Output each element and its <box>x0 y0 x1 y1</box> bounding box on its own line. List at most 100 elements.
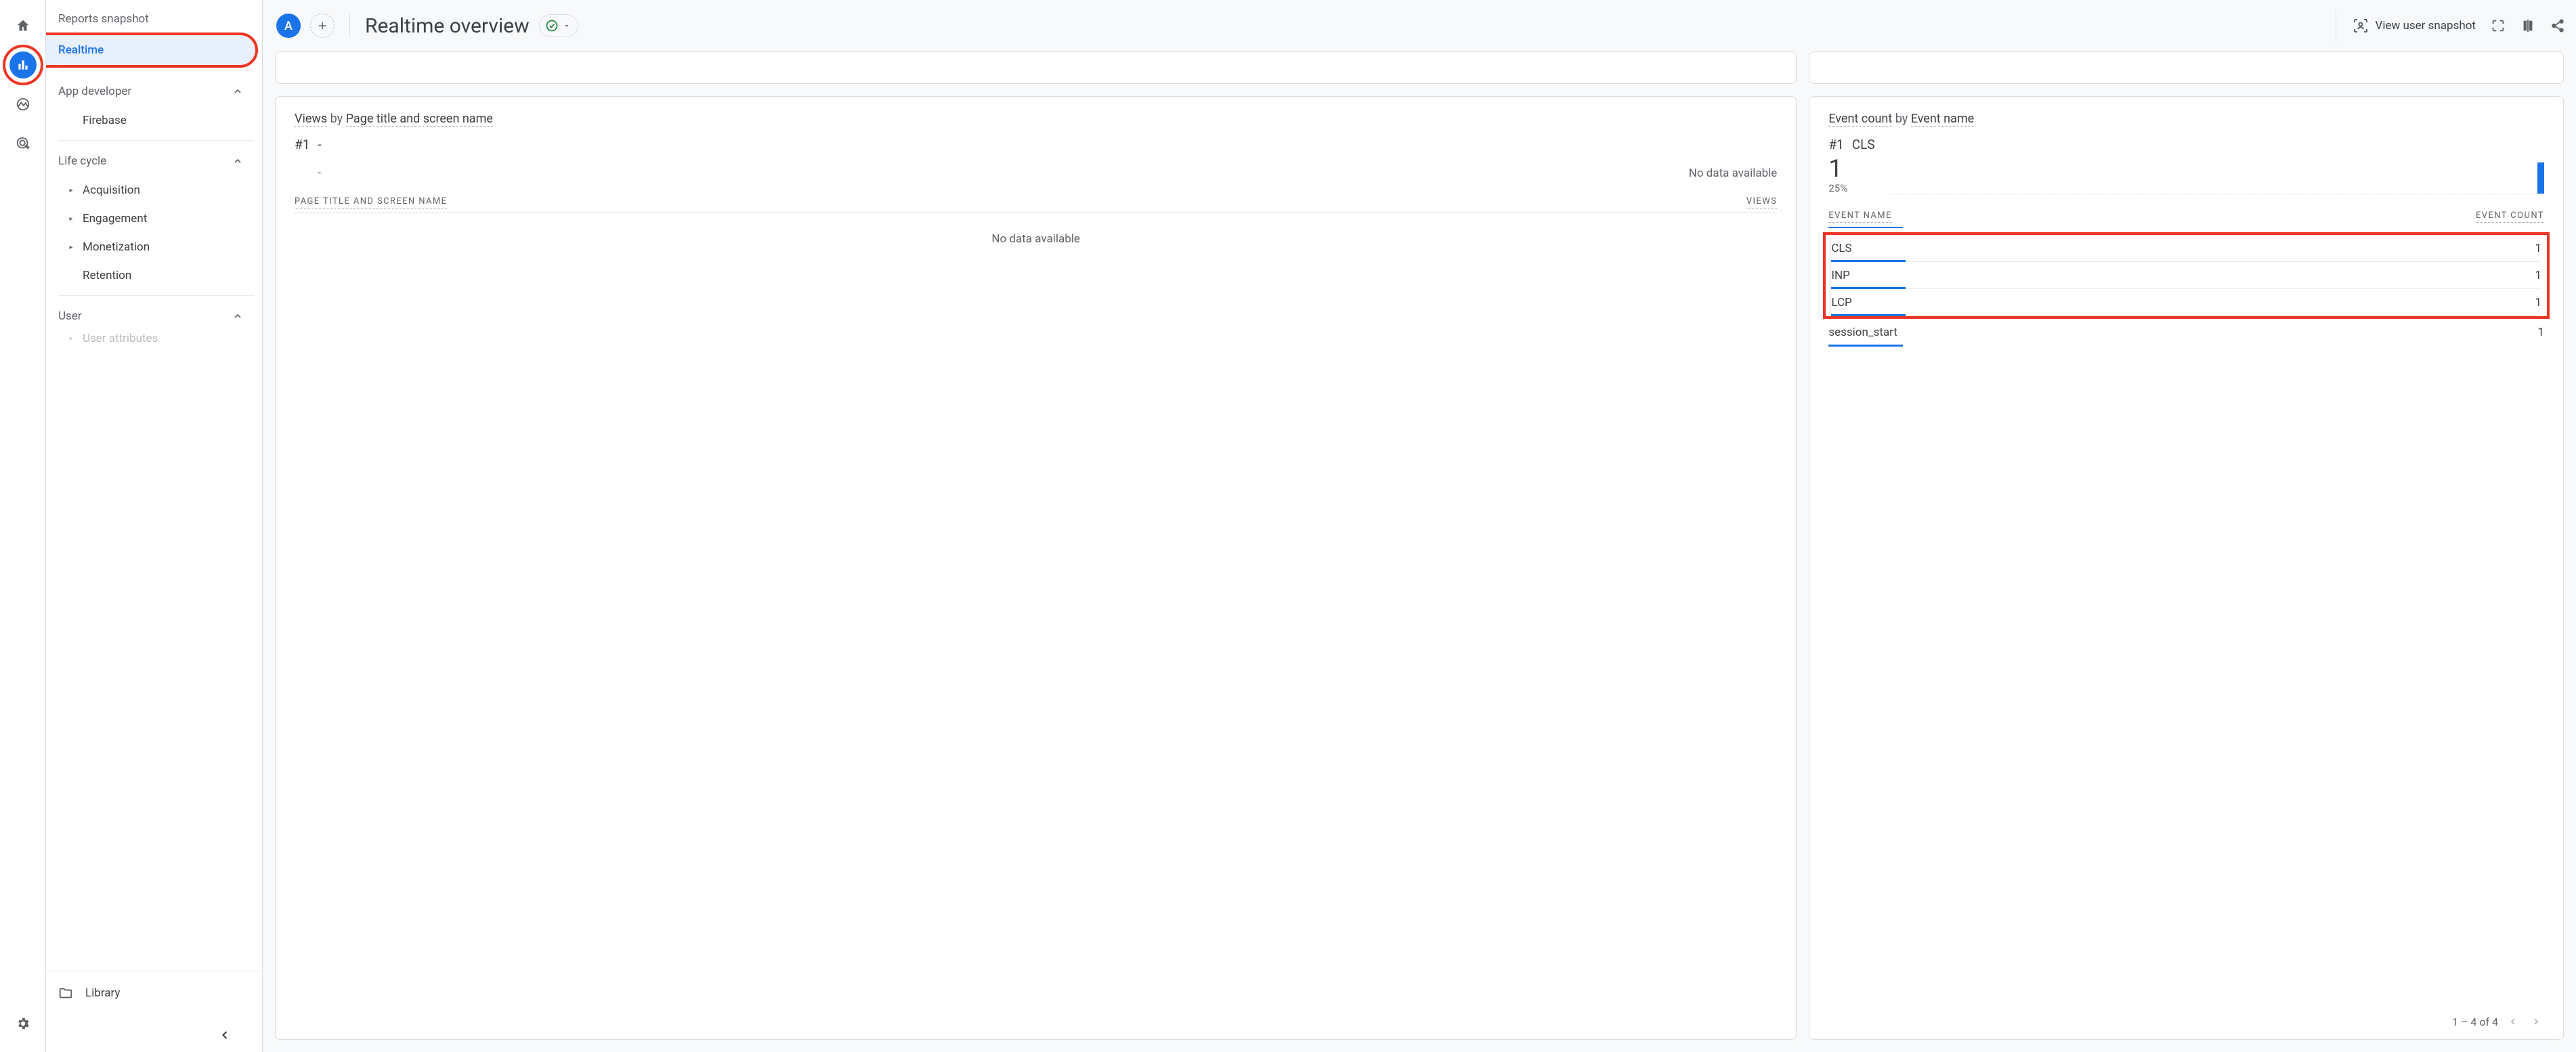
views-card-title: Views by Page title and screen name <box>295 112 1777 126</box>
nav-sub-label: User attributes <box>83 332 158 345</box>
nav-group-app-developer[interactable]: App developer <box>46 76 255 106</box>
nav-group-user[interactable]: User <box>46 301 255 331</box>
events-col-left: EVENT NAME <box>1828 211 1891 223</box>
events-sparkline <box>1889 160 2544 194</box>
share-button[interactable] <box>2550 18 2565 33</box>
nav-sub-firebase[interactable]: Firebase <box>46 106 262 135</box>
views-col-left: PAGE TITLE AND SCREEN NAME <box>295 196 447 209</box>
icon-rail <box>0 0 46 1052</box>
event-name: session_start <box>1828 326 1897 339</box>
nav-sub-label: Retention <box>83 269 131 282</box>
events-percent: 25% <box>1828 182 1874 194</box>
share-icon <box>2550 18 2565 33</box>
caret-down-icon <box>563 22 571 30</box>
caret-right-icon: ▸ <box>66 244 76 251</box>
events-card: Event count by Event name #1 CLS 1 25% <box>1809 96 2564 1040</box>
nav-realtime[interactable]: Realtime <box>46 35 255 65</box>
views-col-right: VIEWS <box>1746 196 1777 209</box>
table-row[interactable]: LCP 1 <box>1831 289 2541 316</box>
main-area: A Realtime overview View user snapshot <box>263 0 2576 1052</box>
settings-icon[interactable] <box>9 1010 37 1037</box>
audience-letter: A <box>284 19 293 33</box>
nav-group-label: Life cycle <box>58 154 106 168</box>
nav-sub-label: Engagement <box>83 212 147 225</box>
events-rank: #1 CLS <box>1828 137 1874 152</box>
views-rank: #1 - <box>295 137 1777 152</box>
collapse-nav-button[interactable] <box>215 1025 235 1045</box>
advertising-icon[interactable] <box>9 130 37 157</box>
views-metric[interactable]: Views <box>295 112 327 127</box>
nav-sub-label: Firebase <box>83 114 127 127</box>
user-snapshot-icon <box>2353 18 2369 34</box>
nav-group-label: App developer <box>58 85 131 98</box>
nav-item-label: Realtime <box>58 43 104 57</box>
view-user-snapshot-button[interactable]: View user snapshot <box>2353 18 2476 34</box>
events-dimension[interactable]: Event name <box>1911 112 1975 127</box>
views-card: Views by Page title and screen name #1 -… <box>275 96 1797 1040</box>
chevron-right-icon <box>2531 1016 2541 1027</box>
table-row[interactable]: INP 1 <box>1831 262 2541 289</box>
event-name: CLS <box>1831 242 1851 255</box>
library-label: Library <box>85 986 120 1000</box>
compare-icon <box>2520 18 2535 33</box>
event-name: INP <box>1831 269 1849 282</box>
event-count: 1 <box>2537 326 2544 339</box>
events-table-header: EVENT NAME EVENT COUNT <box>1828 211 2544 223</box>
check-circle-icon <box>545 19 559 32</box>
caret-right-icon: ▸ <box>66 215 76 223</box>
reports-icon[interactable] <box>9 51 37 79</box>
chevron-up-icon <box>232 156 243 167</box>
fullscreen-button[interactable] <box>2491 18 2506 33</box>
nav-sub-label: Acquisition <box>83 183 140 197</box>
pager-next-button[interactable] <box>2528 1013 2544 1030</box>
caret-right-icon: ▸ <box>66 187 76 194</box>
pager-text: 1 – 4 of 4 <box>2452 1015 2498 1028</box>
chevron-left-icon <box>218 1028 232 1042</box>
event-count: 1 <box>2535 296 2541 309</box>
nav-group-label: User <box>58 309 82 323</box>
nav-sub-acquisition[interactable]: ▸ Acquisition <box>46 176 262 204</box>
explore-icon[interactable] <box>9 91 37 118</box>
page-title: Realtime overview <box>365 14 530 38</box>
caret-right-icon: ▸ <box>66 335 76 343</box>
nav-group-life-cycle[interactable]: Life cycle <box>46 146 255 176</box>
nav-library[interactable]: Library <box>58 980 250 1007</box>
content: Views by Page title and screen name #1 -… <box>263 51 2576 1052</box>
chevron-up-icon <box>232 86 243 97</box>
fullscreen-icon <box>2491 18 2506 33</box>
chevron-left-icon <box>2508 1016 2518 1027</box>
table-row[interactable]: CLS 1 <box>1831 235 2541 262</box>
nav-reports-snapshot[interactable]: Reports snapshot <box>46 4 255 34</box>
table-row[interactable]: session_start 1 <box>1828 319 2544 346</box>
nav-item-label: Reports snapshot <box>58 12 149 26</box>
events-card-title: Event count by Event name <box>1828 112 2544 126</box>
folder-icon <box>58 986 73 1001</box>
nav-sub-label: Monetization <box>83 240 150 254</box>
topbar: A Realtime overview View user snapshot <box>263 0 2576 51</box>
left-nav: Reports snapshot Realtime App developer … <box>46 0 263 1052</box>
events-col-right: EVENT COUNT <box>2476 211 2544 223</box>
event-name: LCP <box>1831 296 1851 309</box>
views-table-header: PAGE TITLE AND SCREEN NAME VIEWS <box>295 196 1777 209</box>
home-icon[interactable] <box>9 12 37 39</box>
views-no-data-top: No data available <box>1689 167 1778 180</box>
nav-sub-retention[interactable]: Retention <box>46 261 262 290</box>
event-count: 1 <box>2535 269 2541 282</box>
plus-icon <box>316 20 328 32</box>
event-count: 1 <box>2535 242 2541 255</box>
views-dimension[interactable]: Page title and screen name <box>346 112 493 127</box>
nav-sub-monetization[interactable]: ▸ Monetization <box>46 233 262 261</box>
add-comparison-button[interactable] <box>310 14 335 38</box>
events-pager: 1 – 4 of 4 <box>1828 1007 2544 1030</box>
chevron-up-icon <box>232 311 243 322</box>
events-big-number: 1 <box>1828 156 1874 181</box>
nav-sub-engagement[interactable]: ▸ Engagement <box>46 204 262 233</box>
audience-chip[interactable]: A <box>276 14 301 38</box>
events-metric[interactable]: Event count <box>1828 112 1892 127</box>
views-no-data-body: No data available <box>295 213 1777 246</box>
pager-prev-button[interactable] <box>2505 1013 2521 1030</box>
views-placeholder-dash: - <box>295 166 321 180</box>
compare-button[interactable] <box>2520 18 2535 33</box>
nav-sub-user-attributes[interactable]: ▸ User attributes <box>46 331 262 346</box>
status-dropdown[interactable] <box>539 14 578 37</box>
